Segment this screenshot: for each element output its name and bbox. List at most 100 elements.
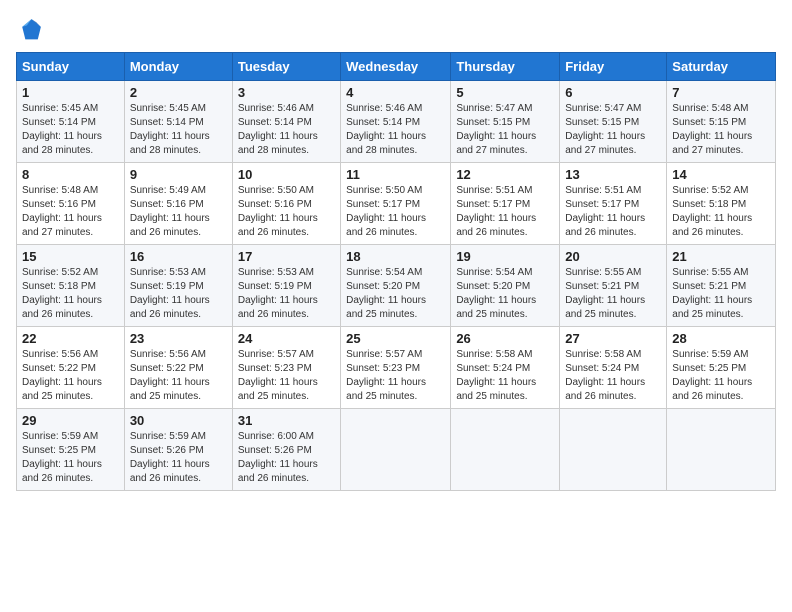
day-detail: Sunrise: 5:54 AMSunset: 5:20 PMDaylight:… (456, 267, 536, 320)
day-number: 16 (130, 249, 227, 264)
calendar-day-19: 19 Sunrise: 5:54 AMSunset: 5:20 PMDayligh… (451, 245, 560, 327)
day-number: 17 (238, 249, 335, 264)
calendar-day-5: 5 Sunrise: 5:47 AMSunset: 5:15 PMDaylight… (451, 81, 560, 163)
day-detail: Sunrise: 5:47 AMSunset: 5:15 PMDaylight:… (565, 103, 645, 156)
calendar-day-22: 22 Sunrise: 5:56 AMSunset: 5:22 PMDayligh… (17, 327, 125, 409)
calendar-day-26: 26Sunrise: 5:58 AMSunset: 5:24 PMDayligh… (451, 327, 560, 409)
day-number: 31 (238, 413, 335, 428)
calendar-day-31: 31Sunrise: 6:00 AMSunset: 5:26 PMDayligh… (232, 409, 340, 491)
column-header-tuesday: Tuesday (232, 53, 340, 81)
calendar-day-8: 8 Sunrise: 5:48 AMSunset: 5:16 PMDaylight… (17, 163, 125, 245)
column-header-wednesday: Wednesday (341, 53, 451, 81)
day-number: 4 (346, 85, 445, 100)
day-number: 25 (346, 331, 445, 346)
day-number: 22 (22, 331, 119, 346)
day-number: 23 (130, 331, 227, 346)
calendar-day-6: 6Sunrise: 5:47 AMSunset: 5:15 PMDaylight… (560, 81, 667, 163)
calendar-day-30: 30 Sunrise: 5:59 AMSunset: 5:26 PMDayligh… (124, 409, 232, 491)
day-detail: Sunrise: 5:51 AMSunset: 5:17 PMDaylight:… (565, 185, 645, 238)
column-header-sunday: Sunday (17, 53, 125, 81)
calendar-day-empty (667, 409, 776, 491)
calendar-day-20: 20 Sunrise: 5:55 AMSunset: 5:21 PMDayligh… (560, 245, 667, 327)
page-header (16, 16, 776, 44)
day-number: 7 (672, 85, 770, 100)
day-number: 13 (565, 167, 661, 182)
day-number: 28 (672, 331, 770, 346)
day-number: 26 (456, 331, 554, 346)
day-detail: Sunrise: 5:48 AMSunset: 5:16 PMDaylight:… (22, 185, 102, 238)
day-number: 19 (456, 249, 554, 264)
calendar-day-18: 18 Sunrise: 5:54 AMSunset: 5:20 PMDayligh… (341, 245, 451, 327)
calendar-day-23: 23 Sunrise: 5:56 AMSunset: 5:22 PMDayligh… (124, 327, 232, 409)
day-detail: Sunrise: 5:59 AMSunset: 5:26 PMDaylight:… (130, 431, 210, 484)
day-detail: Sunrise: 5:53 AMSunset: 5:19 PMDaylight:… (238, 267, 318, 320)
calendar-day-17: 17 Sunrise: 5:53 AMSunset: 5:19 PMDayligh… (232, 245, 340, 327)
day-detail: Sunrise: 5:57 AMSunset: 5:23 PMDaylight:… (238, 349, 318, 402)
day-detail: Sunrise: 5:45 AMSunset: 5:14 PMDaylight:… (22, 103, 102, 156)
day-detail: Sunrise: 5:56 AMSunset: 5:22 PMDaylight:… (130, 349, 210, 402)
calendar-day-empty (451, 409, 560, 491)
calendar-week-3: 15 Sunrise: 5:52 AMSunset: 5:18 PMDayligh… (17, 245, 776, 327)
day-detail: Sunrise: 5:59 AMSunset: 5:25 PMDaylight:… (22, 431, 102, 484)
calendar-day-27: 27 Sunrise: 5:58 AMSunset: 5:24 PMDayligh… (560, 327, 667, 409)
calendar-day-empty (341, 409, 451, 491)
day-detail: Sunrise: 5:58 AMSunset: 5:24 PMDaylight:… (565, 349, 645, 402)
calendar-day-16: 16Sunrise: 5:53 AMSunset: 5:19 PMDayligh… (124, 245, 232, 327)
day-number: 12 (456, 167, 554, 182)
day-detail: Sunrise: 5:48 AMSunset: 5:15 PMDaylight:… (672, 103, 752, 156)
day-number: 11 (346, 167, 445, 182)
day-detail: Sunrise: 5:54 AMSunset: 5:20 PMDaylight:… (346, 267, 426, 320)
day-number: 1 (22, 85, 119, 100)
day-number: 9 (130, 167, 227, 182)
day-detail: Sunrise: 5:49 AMSunset: 5:16 PMDaylight:… (130, 185, 210, 238)
column-header-saturday: Saturday (667, 53, 776, 81)
calendar-week-1: 1 Sunrise: 5:45 AMSunset: 5:14 PMDaylight… (17, 81, 776, 163)
calendar-week-2: 8 Sunrise: 5:48 AMSunset: 5:16 PMDaylight… (17, 163, 776, 245)
calendar-day-2: 2Sunrise: 5:45 AMSunset: 5:14 PMDaylight… (124, 81, 232, 163)
calendar-day-14: 14Sunrise: 5:52 AMSunset: 5:18 PMDayligh… (667, 163, 776, 245)
day-number: 5 (456, 85, 554, 100)
day-detail: Sunrise: 5:57 AMSunset: 5:23 PMDaylight:… (346, 349, 426, 402)
column-header-monday: Monday (124, 53, 232, 81)
day-detail: Sunrise: 5:52 AMSunset: 5:18 PMDaylight:… (22, 267, 102, 320)
calendar-day-7: 7 Sunrise: 5:48 AMSunset: 5:15 PMDaylight… (667, 81, 776, 163)
calendar-day-13: 13 Sunrise: 5:51 AMSunset: 5:17 PMDayligh… (560, 163, 667, 245)
day-number: 30 (130, 413, 227, 428)
day-number: 21 (672, 249, 770, 264)
day-number: 14 (672, 167, 770, 182)
calendar-day-3: 3 Sunrise: 5:46 AMSunset: 5:14 PMDaylight… (232, 81, 340, 163)
day-number: 15 (22, 249, 119, 264)
day-detail: Sunrise: 5:46 AMSunset: 5:14 PMDaylight:… (346, 103, 426, 156)
calendar-day-4: 4 Sunrise: 5:46 AMSunset: 5:14 PMDaylight… (341, 81, 451, 163)
day-detail: Sunrise: 5:59 AMSunset: 5:25 PMDaylight:… (672, 349, 752, 402)
calendar-day-12: 12Sunrise: 5:51 AMSunset: 5:17 PMDayligh… (451, 163, 560, 245)
calendar-week-5: 29 Sunrise: 5:59 AMSunset: 5:25 PMDayligh… (17, 409, 776, 491)
day-number: 27 (565, 331, 661, 346)
day-detail: Sunrise: 5:50 AMSunset: 5:16 PMDaylight:… (238, 185, 318, 238)
calendar-day-21: 21 Sunrise: 5:55 AMSunset: 5:21 PMDayligh… (667, 245, 776, 327)
day-detail: Sunrise: 5:55 AMSunset: 5:21 PMDaylight:… (565, 267, 645, 320)
calendar-day-11: 11 Sunrise: 5:50 AMSunset: 5:17 PMDayligh… (341, 163, 451, 245)
calendar-header-row: SundayMondayTuesdayWednesdayThursdayFrid… (17, 53, 776, 81)
calendar-week-4: 22 Sunrise: 5:56 AMSunset: 5:22 PMDayligh… (17, 327, 776, 409)
day-number: 3 (238, 85, 335, 100)
calendar-day-15: 15 Sunrise: 5:52 AMSunset: 5:18 PMDayligh… (17, 245, 125, 327)
logo-icon (16, 16, 44, 44)
day-detail: Sunrise: 5:56 AMSunset: 5:22 PMDaylight:… (22, 349, 102, 402)
day-number: 29 (22, 413, 119, 428)
calendar-day-empty (560, 409, 667, 491)
day-number: 20 (565, 249, 661, 264)
day-number: 10 (238, 167, 335, 182)
day-detail: Sunrise: 5:46 AMSunset: 5:14 PMDaylight:… (238, 103, 318, 156)
day-number: 18 (346, 249, 445, 264)
day-number: 8 (22, 167, 119, 182)
day-number: 24 (238, 331, 335, 346)
column-header-thursday: Thursday (451, 53, 560, 81)
day-detail: Sunrise: 5:55 AMSunset: 5:21 PMDaylight:… (672, 267, 752, 320)
calendar-day-9: 9 Sunrise: 5:49 AMSunset: 5:16 PMDaylight… (124, 163, 232, 245)
calendar-day-28: 28 Sunrise: 5:59 AMSunset: 5:25 PMDayligh… (667, 327, 776, 409)
day-number: 2 (130, 85, 227, 100)
day-detail: Sunrise: 5:47 AMSunset: 5:15 PMDaylight:… (456, 103, 536, 156)
calendar-day-24: 24 Sunrise: 5:57 AMSunset: 5:23 PMDayligh… (232, 327, 340, 409)
day-detail: Sunrise: 5:50 AMSunset: 5:17 PMDaylight:… (346, 185, 426, 238)
